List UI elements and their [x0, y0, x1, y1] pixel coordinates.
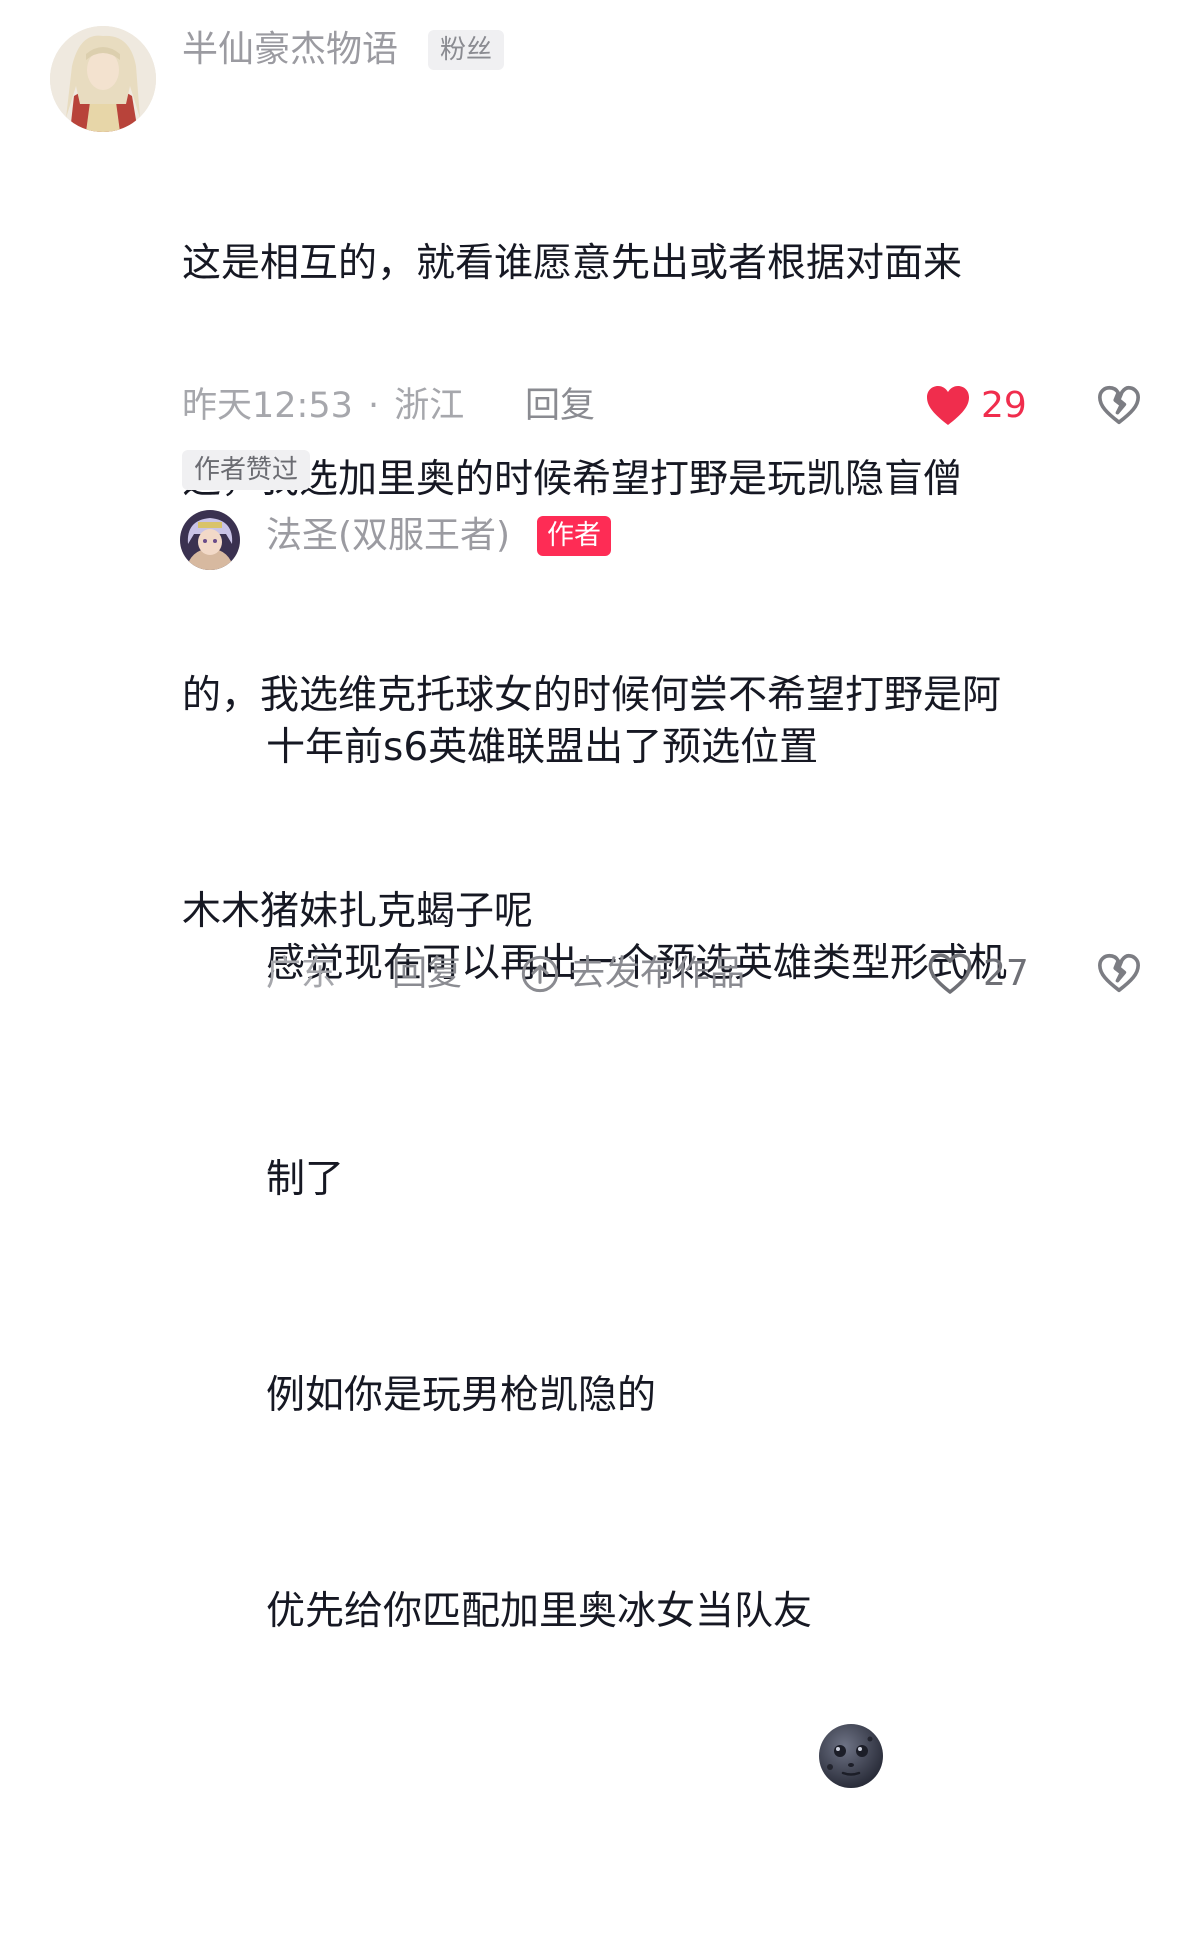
author-badge: 作者	[537, 516, 611, 556]
comment-location: 浙江	[394, 386, 465, 426]
commenter-username[interactable]: 半仙豪杰物语	[182, 28, 398, 72]
author-liked-badge: 作者赞过	[182, 450, 311, 490]
meta-separator: ·	[367, 386, 380, 426]
goto-work-label: 去发布作品	[570, 954, 746, 994]
reply-line-text: 优先给你匹配加里奥冰女当队友	[266, 1589, 813, 1634]
reply-reply-button[interactable]: 回复	[392, 952, 462, 996]
comment-time: 昨天12:53	[182, 386, 353, 426]
comment-like-count: 29	[981, 385, 1027, 426]
comment-meta: 昨天12:53 · 浙江	[182, 384, 464, 428]
broken-heart-icon[interactable]	[1096, 382, 1142, 428]
author-avatar[interactable]	[180, 510, 240, 570]
reply-text: 十年前s6英雄联盟出了预选位置 感觉现在可以再出一个预选英雄类型形式机 制了 例…	[266, 568, 1166, 1788]
commenter-avatar[interactable]	[50, 26, 156, 132]
reply-username[interactable]: 法圣(双服王者)	[266, 514, 510, 558]
new-moon-face-emoji	[816, 1577, 886, 1788]
heart-filled-icon[interactable]	[924, 382, 972, 428]
reply-like-count: 27	[983, 953, 1029, 994]
heart-outline-icon[interactable]	[926, 950, 974, 996]
broken-heart-icon[interactable]	[1096, 950, 1142, 996]
reply-line: 优先给你匹配加里奥冰女当队友	[266, 1576, 1166, 1788]
comment-line: 这是相互的，就看谁愿意先出或者根据对面来	[182, 241, 963, 286]
reply-line: 十年前s6英雄联盟出了预选位置	[266, 725, 819, 770]
reply-location: 广东	[266, 954, 337, 994]
reply-line: 例如你是玩男枪凯隐的	[266, 1373, 657, 1418]
reply-line: 制了	[266, 1157, 345, 1202]
goto-work-button[interactable]: 去发布作品	[520, 950, 745, 998]
comment-line: 选，我选加里奥的时候希望打野是玩凯隐盲僧	[182, 457, 963, 502]
comment-reply-button[interactable]: 回复	[525, 384, 595, 428]
fan-badge: 粉丝	[428, 30, 505, 70]
arrow-up-circle-icon	[520, 954, 560, 994]
